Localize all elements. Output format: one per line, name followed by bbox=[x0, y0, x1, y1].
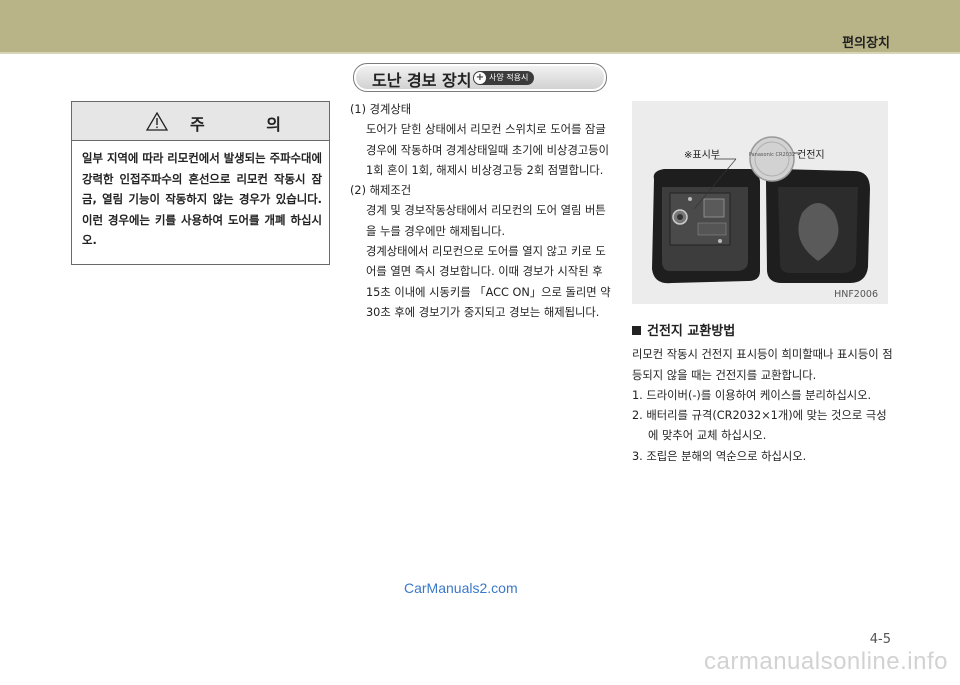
battery-replacement: 건전지 교환방법 리모컨 작동시 건전지 표시등이 희미할때나 표시등이 점등되… bbox=[632, 322, 894, 467]
figure-label-mark: ※표시부 bbox=[684, 150, 720, 161]
page-number: 4-5 bbox=[869, 632, 891, 647]
page-title: 도난 경보 장치 bbox=[372, 71, 472, 90]
battery-heading: 건전지 교환방법 bbox=[632, 322, 894, 342]
square-bullet-icon bbox=[632, 326, 641, 335]
section-heading: (1) 경계상태 bbox=[350, 103, 412, 116]
battery-heading-text: 건전지 교환방법 bbox=[647, 324, 736, 339]
battery-coin-text: Panasonic CR2032 bbox=[749, 152, 795, 158]
key-fob-illustration: Panasonic CR2032 bbox=[632, 101, 888, 304]
section-heading: (2) 해제조건 bbox=[350, 184, 412, 198]
paragraph: 경계상태에서 리모컨으로 도어를 열지 않고 키로 도어를 열면 즉시 경보합니… bbox=[366, 245, 611, 319]
caution-text: 일부 지역에 따라 리모컨에서 발생되는 주파수대에 강력한 인접주파수의 혼선… bbox=[82, 151, 322, 247]
battery-step: 1. 드라이버(-)를 이용하여 케이스를 분리하십시오. bbox=[632, 388, 872, 402]
caution-title: 주 의 bbox=[190, 115, 310, 134]
option-badge: + 사양 적용시 bbox=[473, 71, 535, 85]
battery-intro: 리모컨 작동시 건전지 표시등이 희미할때나 표시등이 점등되지 않을 때는 건… bbox=[632, 348, 893, 382]
battery-step: 2. 배터리를 규격(CR2032×1개)에 맞는 것으로 극성에 맞추어 교체… bbox=[632, 409, 887, 443]
plus-icon: + bbox=[474, 72, 486, 84]
header-band bbox=[0, 0, 960, 52]
caution-box: 주 의 일부 지역에 따라 리모컨에서 발생되는 주파수대에 강력한 인접주파수… bbox=[71, 101, 330, 265]
section-title: 편의장치 bbox=[842, 36, 890, 51]
battery-step: 3. 조립은 분해의 역순으로 하십시오. bbox=[632, 449, 807, 463]
footer-watermark: carmanualsonline.info bbox=[704, 648, 948, 675]
option-badge-label: 사양 적용시 bbox=[489, 73, 529, 82]
remote-key-figure: Panasonic CR2032 ※표시부 건전지 HNF2006 bbox=[632, 101, 888, 304]
paragraph: 경계 및 경보작동상태에서 리모컨의 도어 열림 버튼을 누를 경우에만 해제됩… bbox=[366, 204, 606, 238]
page-title-pill: 도난 경보 장치 + 사양 적용시 bbox=[353, 63, 607, 92]
figure-code: HNF2006 bbox=[834, 289, 878, 300]
warning-triangle-icon bbox=[146, 112, 168, 131]
header-rule bbox=[0, 52, 960, 54]
watermark-link[interactable]: CarManuals2.com bbox=[404, 580, 518, 596]
paragraph: 도어가 닫힌 상태에서 리모컨 스위치로 도어를 잠글 경우에 작동하며 경계상… bbox=[366, 123, 610, 177]
alarm-description: (1) 경계상태 도어가 닫힌 상태에서 리모컨 스위치로 도어를 잠글 경우에… bbox=[350, 100, 612, 323]
figure-label-battery: 건전지 bbox=[797, 150, 825, 161]
caution-header: 주 의 bbox=[72, 102, 329, 141]
